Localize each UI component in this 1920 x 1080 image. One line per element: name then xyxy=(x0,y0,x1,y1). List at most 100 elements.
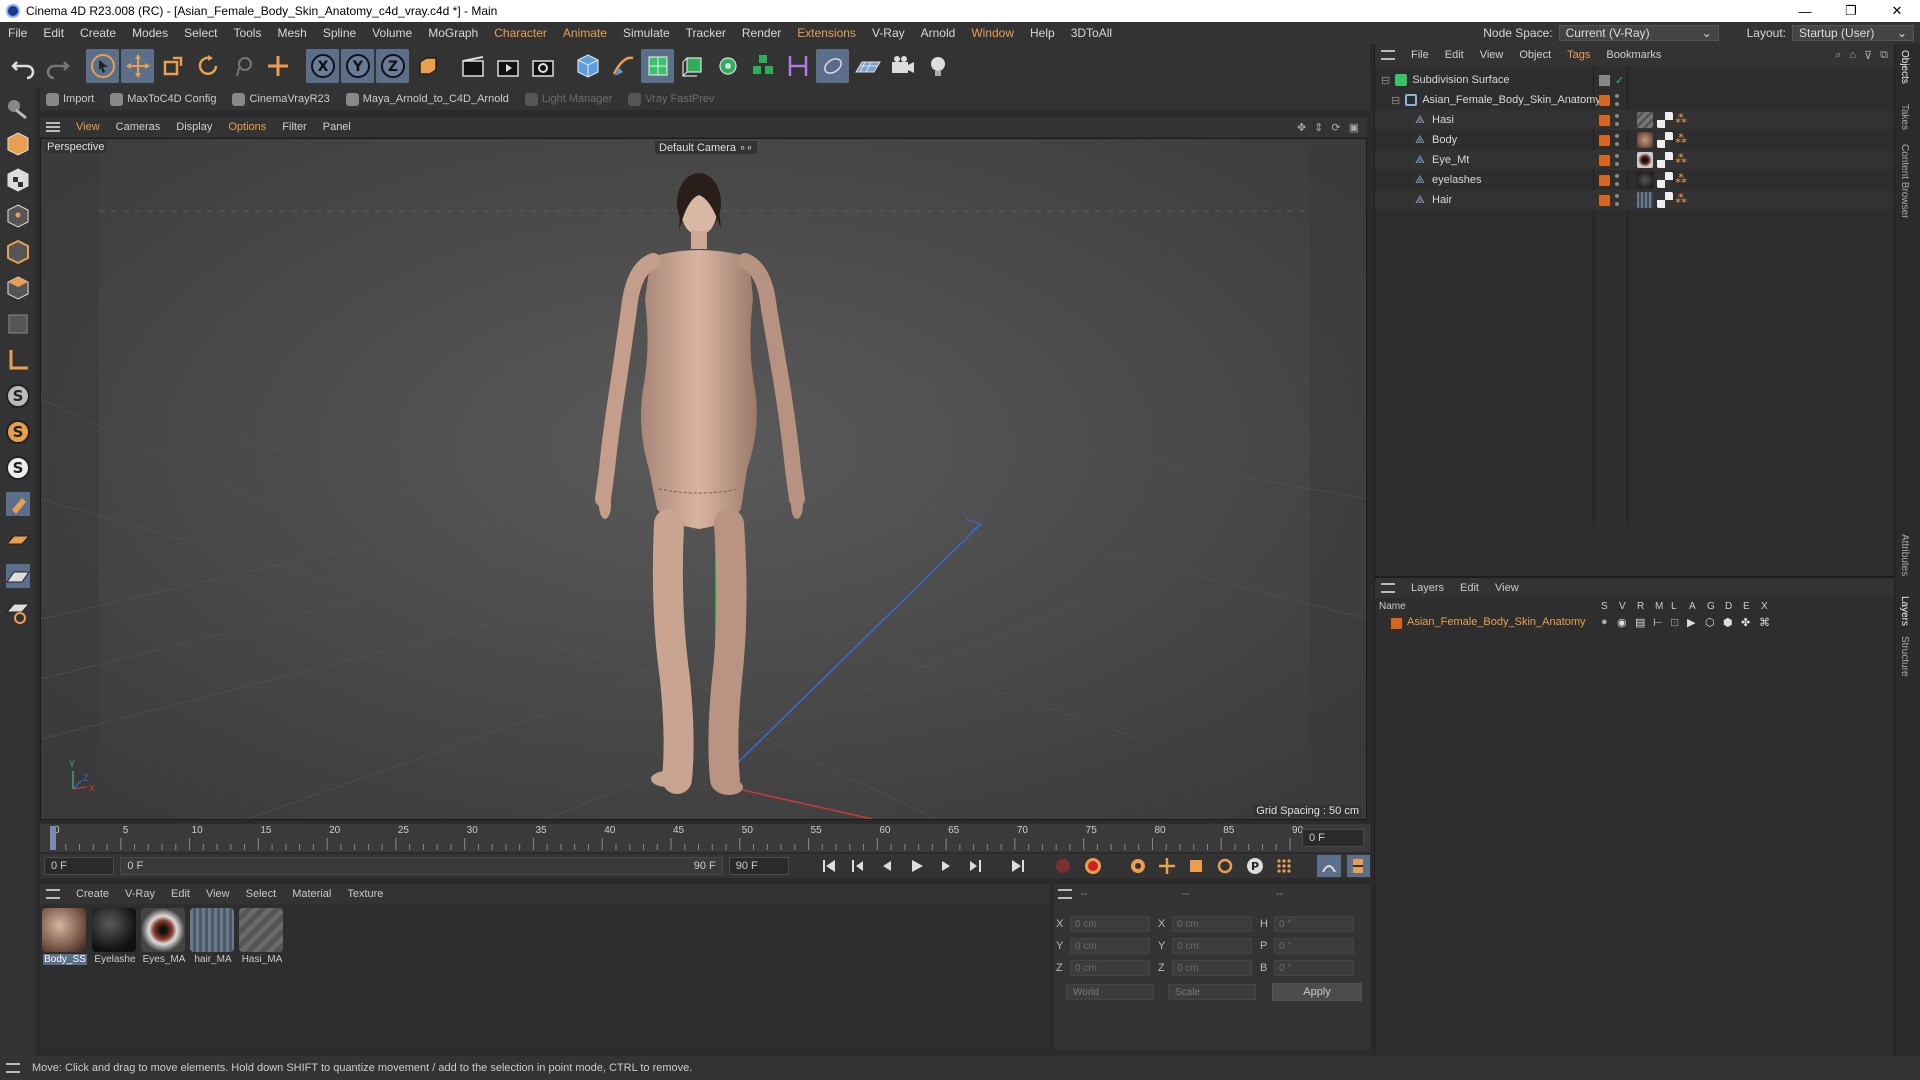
om-menu-tags[interactable]: Tags xyxy=(1559,49,1598,61)
viewport-menu-cameras[interactable]: Cameras xyxy=(108,121,169,133)
next-frame-button[interactable] xyxy=(934,855,957,877)
layers-menu-layers[interactable]: Layers xyxy=(1403,582,1452,594)
plugin-import[interactable]: Import xyxy=(40,92,100,106)
previous-frame-button[interactable] xyxy=(876,855,899,877)
go-to-end-button[interactable] xyxy=(1007,855,1030,877)
viewport-pan-icon[interactable]: ✥ xyxy=(1297,121,1306,134)
collapse-icon[interactable]: ⊟ xyxy=(1381,74,1390,87)
viewport-menu-display[interactable]: Display xyxy=(168,121,220,133)
plugin-vray-fastprev[interactable]: Vray FastPrev xyxy=(622,92,720,106)
menu-edit[interactable]: Edit xyxy=(35,26,72,40)
material-swatch-body[interactable]: Body_SS xyxy=(42,908,88,965)
uv-mode-button[interactable] xyxy=(3,308,33,340)
node-space-dropdown[interactable]: Current (V-Ray) ⌄ xyxy=(1558,25,1719,41)
go-to-start-button[interactable] xyxy=(817,855,840,877)
tree-row-hair[interactable]: ⟁ Hair ⁂ xyxy=(1375,190,1895,210)
render-view-button[interactable] xyxy=(456,49,489,83)
editor-visibility-toggle[interactable] xyxy=(1599,74,1610,86)
menu-vray[interactable]: V-Ray xyxy=(864,26,913,40)
visibility-dots[interactable] xyxy=(1615,194,1619,206)
generator-icon[interactable]: ⬡ xyxy=(1705,616,1715,629)
layer-solo-toggle[interactable]: ● xyxy=(1601,616,1608,628)
vray-tag-icon[interactable]: ⁂ xyxy=(1675,112,1687,128)
material-swatch-hasi[interactable]: Hasi_MA xyxy=(239,908,285,965)
tab-objects[interactable]: Objects xyxy=(1899,50,1910,84)
grid-plane-button[interactable] xyxy=(3,560,33,592)
visibility-dots[interactable] xyxy=(1615,174,1619,186)
enabled-checkmark-icon[interactable]: ✓ xyxy=(1615,74,1624,87)
position-y-field[interactable]: 0 cm xyxy=(1070,938,1150,954)
material-menu-select[interactable]: Select xyxy=(238,888,285,900)
menu-help[interactable]: Help xyxy=(1022,26,1063,40)
tree-row-body[interactable]: ⟁ Body ⁂ xyxy=(1375,130,1895,150)
deformer-button[interactable] xyxy=(781,49,814,83)
coordinate-system-button[interactable] xyxy=(411,49,444,83)
om-menu-view[interactable]: View xyxy=(1472,49,1512,61)
cloner-button[interactable] xyxy=(711,49,744,83)
menu-mesh[interactable]: Mesh xyxy=(269,26,314,40)
hamburger-menu-icon[interactable] xyxy=(6,1063,20,1073)
menu-window[interactable]: Window xyxy=(963,26,1022,40)
magnet-button[interactable] xyxy=(3,488,33,520)
snap-settings-button[interactable]: S xyxy=(3,416,33,448)
points-mode-button[interactable] xyxy=(3,200,33,232)
current-frame-field[interactable]: 0 F xyxy=(1302,829,1364,847)
layer-row[interactable]: Asian_Female_Body_Skin_Anatomy ● ◉ ▤ ⊢ ⊡… xyxy=(1375,614,1894,632)
extrude-button[interactable] xyxy=(676,49,709,83)
menu-tools[interactable]: Tools xyxy=(225,26,269,40)
material-tag-eyelashes[interactable] xyxy=(1637,172,1653,188)
vray-tag-icon[interactable]: ⁂ xyxy=(1675,132,1687,148)
material-menu-texture[interactable]: Texture xyxy=(339,888,391,900)
field-button[interactable] xyxy=(816,49,849,83)
material-tag-eyes[interactable] xyxy=(1637,152,1653,168)
tree-row-eye-mt[interactable]: ⟁ Eye_Mt ⁂ xyxy=(1375,150,1895,170)
size-mode-dropdown[interactable]: Scale xyxy=(1168,984,1256,1000)
menu-character[interactable]: Character xyxy=(486,26,555,40)
collapse-icon[interactable]: ⊟ xyxy=(1391,94,1400,107)
plugin-light-manager[interactable]: Light Manager xyxy=(519,92,618,106)
rotation-p-field[interactable]: 0 ° xyxy=(1274,938,1354,954)
deformer-icon[interactable]: ⬢ xyxy=(1723,616,1733,629)
playhead[interactable] xyxy=(50,826,56,850)
hamburger-menu-icon[interactable] xyxy=(46,122,60,132)
viewport-menu-panel[interactable]: Panel xyxy=(315,121,359,133)
edges-mode-button[interactable] xyxy=(3,236,33,268)
menu-tracker[interactable]: Tracker xyxy=(678,26,734,40)
end-frame-field[interactable]: 90 F xyxy=(728,857,790,875)
material-menu-material[interactable]: Material xyxy=(284,888,339,900)
hamburger-menu-icon[interactable] xyxy=(1381,50,1395,60)
axis-mode-button[interactable] xyxy=(3,344,33,376)
polygons-mode-button[interactable] xyxy=(3,272,33,304)
menu-extensions[interactable]: Extensions xyxy=(789,26,864,40)
hamburger-menu-icon[interactable] xyxy=(46,889,60,899)
material-swatch-eyelashes[interactable]: Eyelashe xyxy=(92,908,138,965)
uvw-tag-icon[interactable] xyxy=(1657,112,1673,128)
layer-color-chip[interactable] xyxy=(1599,94,1610,106)
material-tag-body[interactable] xyxy=(1637,132,1653,148)
layer-color-chip[interactable] xyxy=(1599,174,1610,186)
workplane-button[interactable] xyxy=(3,524,33,556)
position-x-field[interactable]: 0 cm xyxy=(1070,916,1150,932)
tab-structure[interactable]: Structure xyxy=(1899,636,1910,677)
hamburger-menu-icon[interactable] xyxy=(1381,583,1395,593)
viewport-menu-options[interactable]: Options xyxy=(220,121,274,133)
tab-layers[interactable]: Layers xyxy=(1899,596,1910,626)
menu-spline[interactable]: Spline xyxy=(315,26,364,40)
apply-button[interactable]: Apply xyxy=(1272,983,1362,1001)
animation-play-icon[interactable]: ▶ xyxy=(1687,616,1695,629)
material-menu-edit[interactable]: Edit xyxy=(163,888,198,900)
close-button[interactable]: ✕ xyxy=(1874,3,1920,19)
scale-tool-button[interactable] xyxy=(156,49,189,83)
parameter-key-button[interactable]: P xyxy=(1243,855,1266,877)
uvw-tag-icon[interactable] xyxy=(1657,152,1673,168)
material-tag-hasi[interactable] xyxy=(1637,112,1653,128)
rotation-key-button[interactable] xyxy=(1214,855,1237,877)
add-object-button[interactable] xyxy=(261,49,294,83)
scale-key-button[interactable] xyxy=(1185,855,1208,877)
menu-volume[interactable]: Volume xyxy=(364,26,420,40)
maximize-button[interactable]: ❐ xyxy=(1828,3,1874,19)
vray-tag-icon[interactable]: ⁂ xyxy=(1675,192,1687,208)
frame-range-slider[interactable]: 0 F 90 F xyxy=(120,857,723,875)
menu-select[interactable]: Select xyxy=(176,26,225,40)
tree-row-subdivision-surface[interactable]: ⊟ Subdivision Surface ✓ xyxy=(1375,70,1895,90)
